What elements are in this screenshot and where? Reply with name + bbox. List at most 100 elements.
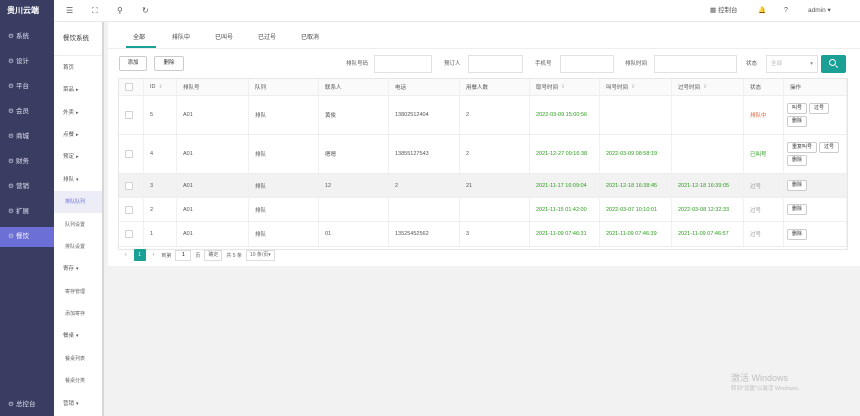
subnav-item-3[interactable]: 点餐 ▸ xyxy=(54,124,104,146)
header-label: 过号时间 xyxy=(678,85,701,91)
subnav-item-1[interactable]: 菜品 ▸ xyxy=(54,79,104,101)
tab-called[interactable]: 已叫号 xyxy=(215,30,233,46)
sidebar-item-1[interactable]: ⚙ 设计 xyxy=(0,52,54,72)
header-id[interactable]: ID ⇕ xyxy=(144,79,177,95)
sidebar-item-3[interactable]: ⚙ 会员 xyxy=(0,102,54,122)
bell-icon[interactable]: 🔔 xyxy=(758,0,766,22)
row-checkbox[interactable] xyxy=(125,181,133,190)
action-button[interactable]: 删除 xyxy=(787,180,808,191)
sort-icon[interactable]: ⇕ xyxy=(631,84,635,90)
console-icon: ▦ xyxy=(710,7,717,14)
select-all-checkbox[interactable] xyxy=(125,83,133,91)
subnav-item-8[interactable]: 排队设置 xyxy=(54,236,104,258)
action-button[interactable]: 删除 xyxy=(787,116,808,127)
subnav-item-7[interactable]: 队列设置 xyxy=(54,214,104,236)
action-button[interactable]: 过号 xyxy=(809,103,830,114)
header-take-time[interactable]: 取号时间 ⇕ xyxy=(530,79,600,95)
header-select[interactable] xyxy=(119,79,144,95)
cell-id: 3 xyxy=(144,174,177,197)
queue-time-input[interactable] xyxy=(654,55,737,73)
subnav-item-label: 首页 xyxy=(63,65,75,71)
row-checkbox[interactable] xyxy=(125,230,133,238)
cell-status: 过号 xyxy=(744,222,784,246)
subnav-item-13[interactable]: 餐桌列表 xyxy=(54,348,104,370)
subnav-item-6[interactable]: 排队队列 xyxy=(54,191,104,213)
header-call-time[interactable]: 叫号时间 ⇕ xyxy=(600,79,672,95)
cell-queue-no: A01 xyxy=(177,198,249,221)
goto-page-input[interactable] xyxy=(175,249,192,261)
row-checkbox[interactable] xyxy=(125,205,133,214)
sidebar-item-0[interactable]: ⚙ 系统 xyxy=(0,27,54,47)
status-select[interactable]: 全部 ▾ xyxy=(766,55,818,73)
sidebar-item-8[interactable]: ⚙ 餐饮 xyxy=(0,227,54,247)
tab-cancelled[interactable]: 已取消 xyxy=(301,30,319,46)
user-name: admin xyxy=(808,7,826,14)
cell-pass-time xyxy=(672,96,744,134)
goto-confirm-button[interactable]: 确定 xyxy=(204,249,223,261)
sort-icon[interactable]: ⇕ xyxy=(561,84,565,90)
subnav-item-label: 添加寄存 xyxy=(65,311,86,317)
subnav-item-10[interactable]: 寄存管理 xyxy=(54,281,104,303)
link-icon[interactable]: ⚲ xyxy=(117,0,123,22)
sidebar-item-5[interactable]: ⚙ 财务 xyxy=(0,152,54,172)
action-button[interactable]: 删除 xyxy=(787,228,808,240)
delete-button[interactable]: 删除 xyxy=(154,56,184,71)
row-checkbox[interactable] xyxy=(125,150,133,158)
subnav-item-label: 餐桌列表 xyxy=(65,356,86,362)
next-page-button[interactable]: › xyxy=(150,249,158,261)
tab-all[interactable]: 全部 xyxy=(133,30,145,46)
cell-call-time xyxy=(600,96,672,134)
tab-queuing[interactable]: 排队中 xyxy=(172,30,190,46)
sub-sidebar-scrollbar[interactable] xyxy=(102,22,104,416)
sidebar-item-2[interactable]: ⚙ 平台 xyxy=(0,77,54,97)
sidebar-item-6[interactable]: ⚙ 营销 xyxy=(0,177,54,197)
chevron-icon: ▸ xyxy=(76,132,79,138)
console-link[interactable]: ▦ 控制台 xyxy=(710,0,737,22)
reserver-input[interactable] xyxy=(468,55,523,73)
queue-no-input[interactable] xyxy=(374,55,432,73)
tab-passed[interactable]: 已过号 xyxy=(258,30,276,46)
action-button[interactable]: 过号 xyxy=(819,142,840,153)
action-button[interactable]: 重复叫号 xyxy=(787,142,818,153)
add-button[interactable]: 添加 xyxy=(119,56,147,71)
sidebar-item-7[interactable]: ⚙ 扩展 xyxy=(0,202,54,222)
header-label: 用餐人数 xyxy=(466,85,489,91)
page-size-select[interactable]: 10 条/页▾ xyxy=(245,249,275,261)
watermark-line-1: 激活 Windows xyxy=(731,373,789,383)
user-menu[interactable]: admin ▾ xyxy=(808,0,831,22)
sort-icon[interactable]: ⇕ xyxy=(703,84,707,90)
help-icon[interactable]: ? xyxy=(784,0,788,22)
subnav-item-12[interactable]: 餐桌 ▾ xyxy=(54,325,104,347)
subnav-item-4[interactable]: 预定 ▸ xyxy=(54,146,104,168)
subnav-item-14[interactable]: 餐桌分类 xyxy=(54,370,104,392)
subnav-item-15[interactable]: 营销 ▾ xyxy=(54,393,104,415)
subnav-item-9[interactable]: 寄存 ▾ xyxy=(54,258,104,280)
action-button[interactable]: 叫号 xyxy=(787,103,808,114)
phone-input[interactable] xyxy=(560,55,614,73)
cell-diners: 21 xyxy=(460,174,530,197)
prev-page-button[interactable]: ‹ xyxy=(122,249,130,261)
subnav-item-2[interactable]: 外卖 ▸ xyxy=(54,102,104,124)
top-header: ☰ ⛶ ⚲ ↻ ▦ 控制台 🔔 ? admin ▾ xyxy=(54,0,860,22)
search-button[interactable] xyxy=(821,55,846,73)
header-pass-time[interactable]: 过号时间 ⇕ xyxy=(672,79,744,95)
action-button[interactable]: 删除 xyxy=(787,204,808,215)
subnav-item-label: 菜品 xyxy=(63,87,75,93)
cell-actions: 删除 xyxy=(784,174,847,197)
subnav-item-5[interactable]: 排队 ▾ xyxy=(54,169,104,191)
sidebar-item-4[interactable]: ⚙ 商城 xyxy=(0,127,54,147)
row-checkbox[interactable] xyxy=(125,111,133,119)
subnav-item-0[interactable]: 首页 xyxy=(54,57,104,79)
subnav-item-11[interactable]: 添加寄存 xyxy=(54,303,104,325)
sort-icon[interactable]: ⇕ xyxy=(159,84,163,90)
current-page[interactable]: 1 xyxy=(133,249,146,261)
fullscreen-icon[interactable]: ⛶ xyxy=(92,0,98,22)
header-label: 队列 xyxy=(255,85,267,91)
refresh-icon[interactable]: ↻ xyxy=(142,0,149,22)
cell-queue-no: A01 xyxy=(177,96,249,134)
subnav-item-label: 外卖 xyxy=(63,110,75,116)
action-button[interactable]: 删除 xyxy=(787,155,808,166)
menu-toggle-icon[interactable]: ☰ xyxy=(66,0,73,22)
subnav-item-label: 点餐 xyxy=(63,132,75,138)
sidebar-item-9[interactable]: ⚙ 总控台 xyxy=(0,395,54,415)
